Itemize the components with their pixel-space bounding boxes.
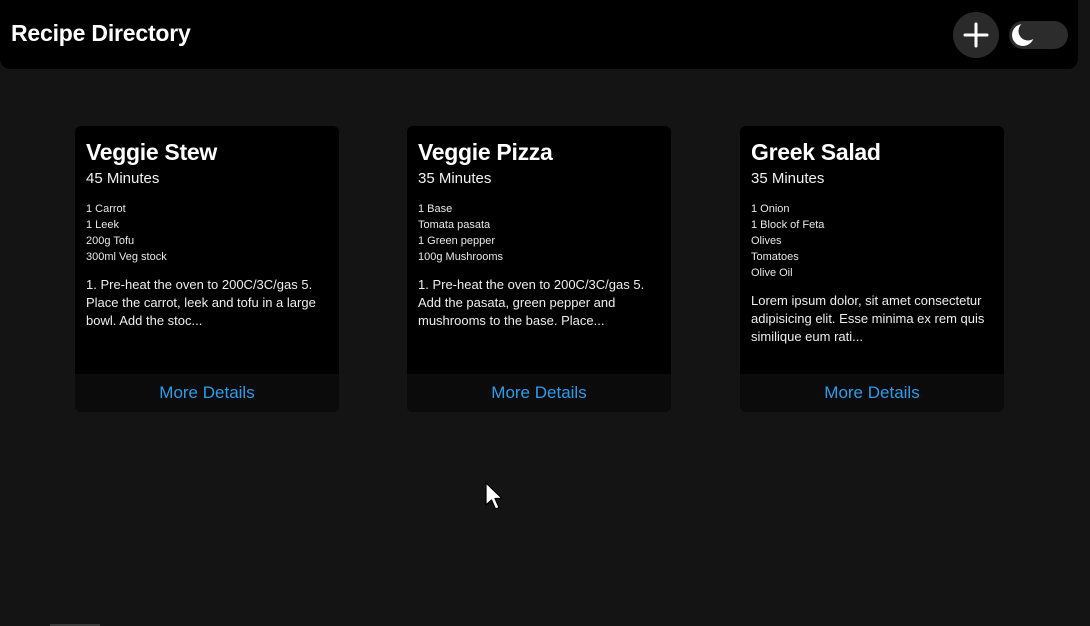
app-header: Recipe Directory (0, 0, 1078, 69)
mouse-cursor-icon (485, 482, 503, 510)
ingredient-item: 100g Mushrooms (418, 251, 503, 263)
recipe-card-footer: More Details (407, 374, 671, 412)
more-details-link[interactable]: More Details (159, 383, 254, 403)
recipe-title: Greek Salad (751, 139, 881, 165)
recipe-title: Veggie Stew (86, 139, 217, 165)
recipe-method: 1. Pre-heat the oven to 200C/3C/gas 5. A… (418, 277, 645, 328)
ingredient-list: 1 Base Tomata pasata 1 Green pepper 100g… (418, 201, 503, 265)
ingredient-item: 1 Green pepper (418, 235, 496, 247)
app-title: Recipe Directory (11, 20, 191, 46)
ingredient-list: 1 Onion 1 Block of Feta Olives Tomatoes … (751, 201, 824, 281)
add-recipe-button[interactable] (953, 12, 999, 58)
plus-icon (963, 22, 989, 48)
more-details-link[interactable]: More Details (824, 383, 919, 403)
recipe-card: Veggie Stew 45 Minutes 1 Carrot 1 Leek 2… (75, 126, 339, 412)
recipe-card: Veggie Pizza 35 Minutes 1 Base Tomata pa… (407, 126, 671, 412)
toggle-knob (1011, 23, 1035, 47)
recipe-time: 35 Minutes (751, 170, 825, 187)
dark-mode-toggle[interactable] (1009, 21, 1068, 49)
ingredient-item: Tomatoes (751, 251, 799, 263)
recipe-card: Greek Salad 35 Minutes 1 Onion 1 Block o… (740, 126, 1004, 412)
ingredient-item: 1 Onion (751, 203, 790, 215)
ingredient-item: 1 Carrot (86, 203, 126, 215)
recipe-method: 1. Pre-heat the oven to 200C/3C/gas 5. P… (86, 277, 316, 328)
recipe-title: Veggie Pizza (418, 139, 553, 165)
ingredient-item: 1 Base (418, 203, 453, 215)
ingredient-item: Tomata pasata (418, 219, 491, 231)
ingredient-item: 200g Tofu (86, 235, 135, 247)
ingredient-item: Olives (751, 235, 782, 247)
recipe-method: Lorem ipsum dolor, sit amet consectetur … (751, 293, 985, 344)
ingredient-item: 300ml Veg stock (86, 251, 167, 263)
recipe-card-footer: More Details (740, 374, 1004, 412)
ingredient-item: 1 Leek (86, 219, 120, 231)
more-details-link[interactable]: More Details (491, 383, 586, 403)
ingredient-item: 1 Block of Feta (751, 219, 825, 231)
ingredient-list: 1 Carrot 1 Leek 200g Tofu 300ml Veg stoc… (86, 201, 167, 265)
moon-icon (1012, 23, 1035, 46)
recipe-time: 35 Minutes (418, 170, 492, 187)
recipe-time: 45 Minutes (86, 170, 160, 187)
ingredient-item: Olive Oil (751, 267, 793, 279)
recipe-card-footer: More Details (75, 374, 339, 412)
